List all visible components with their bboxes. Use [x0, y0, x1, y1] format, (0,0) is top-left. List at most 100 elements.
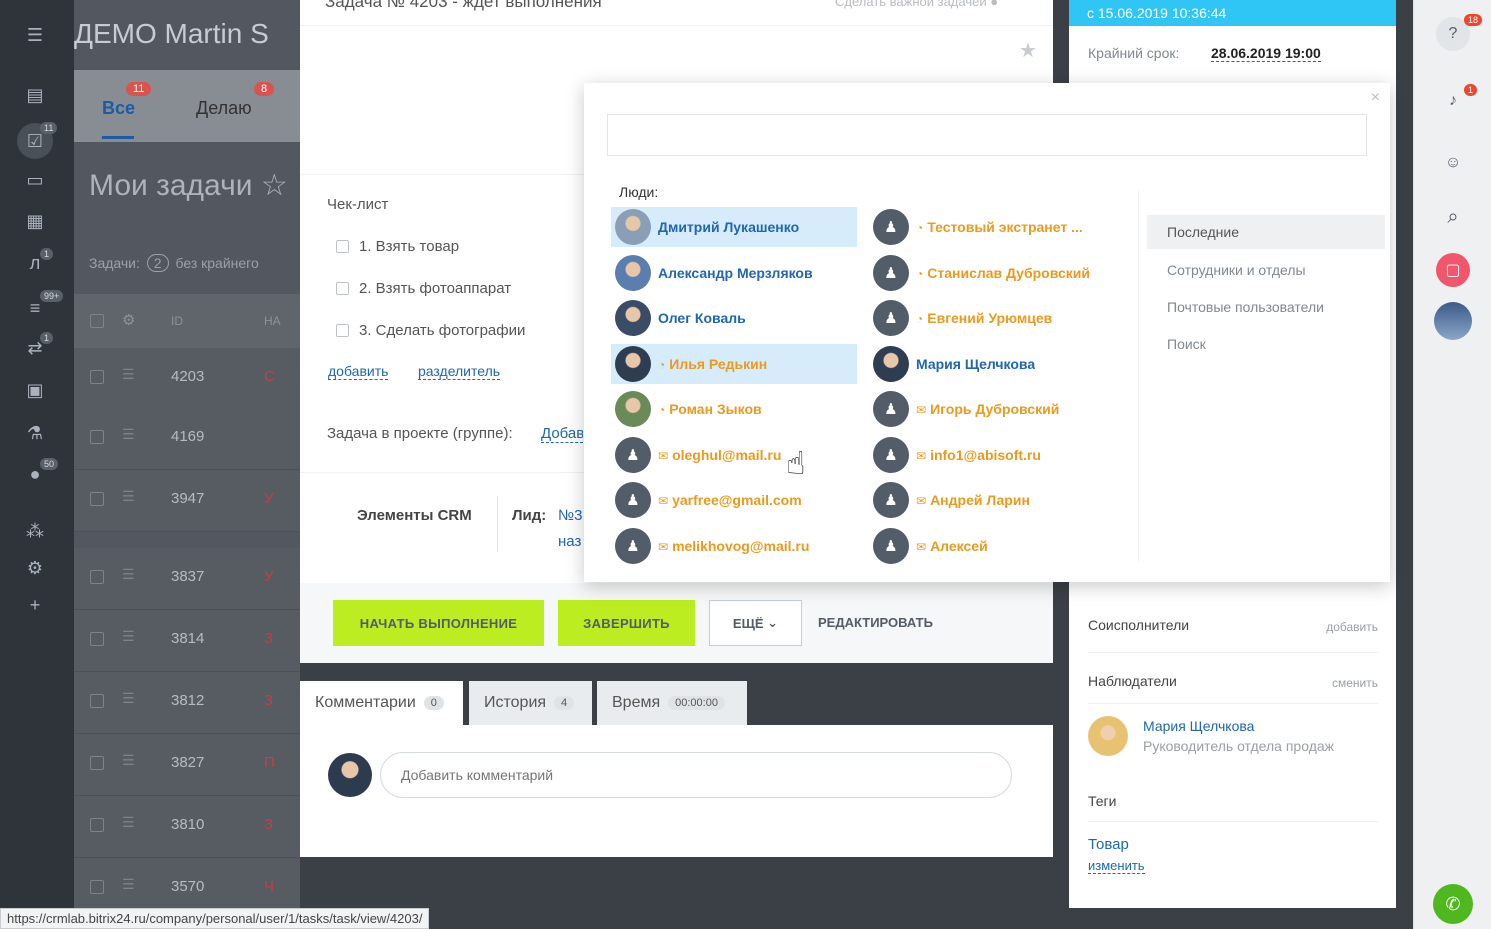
row-menu-icon[interactable]: ☰ — [122, 426, 140, 443]
more-button[interactable]: ЕЩЁ ⌄ — [709, 600, 802, 646]
filter-suffix[interactable]: без крайнего — [175, 255, 258, 271]
checklist-checkbox[interactable] — [336, 240, 349, 253]
finish-button[interactable]: ЗАВЕРШИТЬ — [558, 600, 695, 646]
row-menu-icon[interactable]: ☰ — [122, 690, 140, 707]
tag-value[interactable]: Товар — [1088, 836, 1129, 853]
row-checkbox[interactable] — [90, 430, 104, 444]
table-row[interactable]: ☰ 4169 — [74, 408, 300, 470]
row-menu-icon[interactable]: ☰ — [122, 876, 140, 893]
person-item[interactable]: ♟ ✉ yarfree@gmail.com — [611, 480, 857, 520]
flask-icon[interactable]: ⚗ — [22, 420, 48, 446]
table-row[interactable]: ☰ 3810 З — [74, 796, 300, 858]
filter-count[interactable]: 2 — [146, 254, 169, 272]
person-item[interactable]: ♟ ✉ info1@abisoft.ru — [869, 435, 1115, 475]
row-menu-icon[interactable]: ☰ — [122, 814, 140, 831]
chat-icon[interactable]: ▭ — [22, 167, 48, 193]
checklist-item[interactable]: 3. Сделать фотографии — [336, 322, 525, 339]
row-checkbox[interactable] — [90, 570, 104, 584]
edit-button[interactable]: РЕДАКТИРОВАТЬ — [818, 615, 933, 630]
person-item[interactable]: ♟ ✉ melikhovog@mail.ru — [611, 526, 857, 566]
lead-link[interactable]: №3 — [558, 507, 582, 524]
category-employees[interactable]: Сотрудники и отделы — [1147, 253, 1385, 287]
row-title[interactable]: З — [264, 692, 273, 709]
table-row[interactable]: ☰ 3814 З — [74, 610, 300, 672]
deadline-value[interactable]: 28.06.2019 19:00 — [1211, 45, 1321, 62]
tab-all[interactable]: Все — [102, 98, 135, 119]
tab-history[interactable]: История 4 — [469, 681, 592, 725]
people-search-input[interactable] — [607, 114, 1367, 156]
person-item[interactable]: ♟ ✉ Андрей Ларин — [869, 480, 1115, 520]
feed-icon[interactable]: ▤ — [22, 82, 48, 108]
row-title[interactable]: У — [264, 568, 274, 585]
comment-input[interactable] — [380, 752, 1012, 798]
row-checkbox[interactable] — [90, 756, 104, 770]
row-checkbox[interactable] — [90, 492, 104, 506]
checklist-separator-link[interactable]: разделитель — [418, 363, 501, 380]
table-row[interactable]: ☰ 4203 С — [74, 348, 300, 410]
row-title[interactable]: П — [264, 754, 275, 771]
plus-icon[interactable]: + — [22, 592, 48, 618]
calendar-icon[interactable]: ▦ — [22, 208, 48, 234]
table-row[interactable]: ☰ 3947 У — [74, 470, 300, 532]
contacts-icon[interactable]: ▣ — [22, 377, 48, 403]
person-item[interactable]: ♟ ◔ Станислав Дубровский — [869, 253, 1115, 293]
row-menu-icon[interactable]: ☰ — [122, 752, 140, 769]
select-all-checkbox[interactable] — [90, 314, 104, 328]
category-recent[interactable]: Последние — [1147, 215, 1385, 249]
menu-icon[interactable]: ☰ — [22, 22, 48, 48]
make-important-link[interactable]: Сделать важной задачей ● — [835, 0, 998, 9]
tab-time[interactable]: Время 00:00:00 — [597, 681, 747, 725]
close-icon[interactable]: × — [1371, 89, 1380, 107]
checklist-add-link[interactable]: добавить — [328, 363, 389, 380]
row-title[interactable]: З — [264, 630, 273, 647]
person-item[interactable]: ◔ Илья Редькин — [611, 343, 857, 384]
row-checkbox[interactable] — [90, 880, 104, 894]
checklist-item[interactable]: 1. Взять товар — [336, 238, 459, 255]
checklist-checkbox[interactable] — [336, 324, 349, 337]
row-menu-icon[interactable]: ☰ — [122, 366, 140, 383]
avatar[interactable] — [1434, 302, 1472, 340]
row-title[interactable]: Ч — [264, 878, 274, 895]
start-button[interactable]: НАЧАТЬ ВЫПОЛНЕНИЕ — [333, 600, 544, 646]
favorite-star-icon[interactable]: ☆ — [261, 169, 288, 202]
row-title[interactable]: З — [264, 816, 273, 833]
person-item[interactable]: ♟ ✉ oleghul@mail.ru — [611, 435, 857, 475]
tab-comments[interactable]: Комментарии 0 — [300, 681, 463, 725]
row-checkbox[interactable] — [90, 632, 104, 646]
category-mail-users[interactable]: Почтовые пользователи — [1147, 290, 1385, 324]
table-row[interactable]: ☰ 3827 П — [74, 734, 300, 796]
row-checkbox[interactable] — [90, 694, 104, 708]
checklist-item[interactable]: 2. Взять фотоаппарат — [336, 280, 511, 297]
person-item[interactable]: Александр Мерзляков — [611, 253, 857, 293]
person-item[interactable]: ◔ Роман Зыков — [611, 389, 857, 429]
avatar[interactable] — [1088, 716, 1128, 756]
person-item[interactable]: ♟ ◔ Евгений Урюмцев — [869, 298, 1115, 338]
tag-change-link[interactable]: изменить — [1088, 858, 1145, 874]
person-item[interactable]: Мария Щелчкова — [869, 344, 1115, 384]
observer-name[interactable]: Мария Щелчкова — [1143, 718, 1254, 734]
row-title[interactable]: С — [264, 368, 275, 385]
person-item[interactable]: Олег Коваль — [611, 298, 857, 338]
lock-icon[interactable]: ▢ — [1436, 253, 1470, 287]
column-id[interactable]: ID — [171, 314, 183, 328]
checklist-checkbox[interactable] — [336, 282, 349, 295]
observers-change-link[interactable]: сменить — [1332, 676, 1378, 690]
row-checkbox[interactable] — [90, 370, 104, 384]
person-item[interactable]: ♟ ✉ Игорь Дубровский — [869, 389, 1115, 429]
row-title[interactable]: У — [264, 490, 274, 507]
row-menu-icon[interactable]: ☰ — [122, 488, 140, 505]
lead-sub[interactable]: наз — [558, 533, 581, 550]
chat-bubble-icon[interactable]: ☺ — [1436, 146, 1470, 180]
project-add-link[interactable]: Добавить — [541, 425, 583, 443]
person-item[interactable]: Дмитрий Лукашенко — [611, 207, 857, 247]
coexecutors-add-link[interactable]: добавить — [1326, 620, 1378, 634]
table-row[interactable]: ☰ 3812 З — [74, 672, 300, 734]
row-menu-icon[interactable]: ☰ — [122, 566, 140, 583]
gear-icon[interactable]: ⚙ — [22, 555, 48, 581]
structure-icon[interactable]: ⁂ — [22, 518, 48, 544]
row-menu-icon[interactable]: ☰ — [122, 628, 140, 645]
category-search[interactable]: Поиск — [1147, 327, 1385, 361]
tab-doing[interactable]: Делаю — [196, 98, 252, 119]
star-icon[interactable]: ★ — [1019, 38, 1037, 63]
person-item[interactable]: ♟ ✉ Алексей — [869, 526, 1115, 566]
